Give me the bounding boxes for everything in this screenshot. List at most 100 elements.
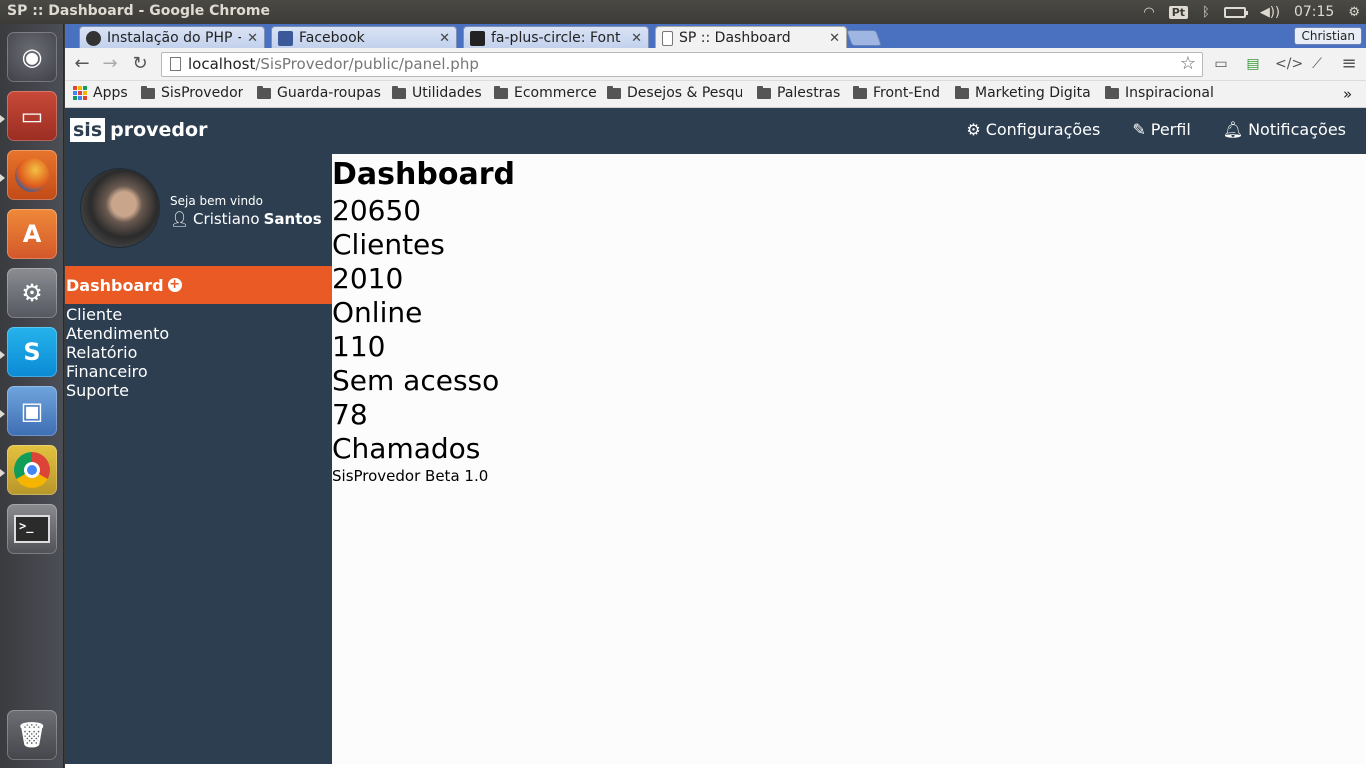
running-indicator [0, 469, 5, 477]
folder-icon [955, 85, 969, 99]
welcome-text: Seja bem vindo [170, 194, 264, 208]
bookmark-folder[interactable]: Ecommerce [494, 85, 597, 101]
firefox-icon[interactable] [7, 150, 57, 200]
stat-sem-acesso-label: Sem acesso [332, 364, 500, 397]
close-icon[interactable]: ✕ [829, 31, 840, 46]
folder-icon [1105, 85, 1119, 99]
virtualbox-icon[interactable]: ▣ [7, 386, 57, 436]
bell-icon: 🔔︎ [1222, 120, 1244, 139]
menu-item-atendimento[interactable]: Atendimento [66, 324, 169, 343]
chrome-icon[interactable] [7, 445, 57, 495]
profile-button[interactable]: Christian [1294, 27, 1362, 45]
files-icon[interactable]: ▭ [7, 91, 57, 141]
close-icon[interactable]: ✕ [439, 31, 450, 46]
close-icon[interactable]: ✕ [631, 31, 642, 46]
menu-item-cliente[interactable]: Cliente [66, 305, 169, 324]
nav-configuracoes[interactable]: ⚙ Configurações [966, 120, 1100, 139]
folder-icon [257, 85, 271, 99]
software-center-icon[interactable]: A [7, 209, 57, 259]
keyboard-layout-indicator[interactable]: Pt [1168, 5, 1189, 19]
tab-strip: Instalação do PHP + ✕ Facebook ✕ fa-plus… [65, 24, 1366, 48]
user-profile: Seja bem vindo 👤︎ Cristiano Santos [80, 168, 322, 248]
bookmarks-overflow-button[interactable]: » [1343, 85, 1352, 103]
screen-capture-icon[interactable]: ▭ [1211, 54, 1231, 74]
menu-icon[interactable]: ≡ [1339, 54, 1359, 74]
code-extension-icon[interactable]: </> [1275, 54, 1303, 74]
stat-online-value: 2010 [332, 262, 404, 295]
footer-version: SisProvedor Beta 1.0 [332, 467, 489, 485]
tab-php-install[interactable]: Instalação do PHP + ✕ [79, 26, 265, 48]
folder-icon [853, 85, 867, 99]
window-title: SP :: Dashboard - Google Chrome [7, 3, 270, 19]
facebook-icon [278, 30, 293, 46]
pencil-icon: ✎ [1132, 120, 1146, 139]
avatar[interactable] [80, 168, 160, 248]
menu-item-financeiro[interactable]: Financeiro [66, 362, 169, 381]
os-top-panel: SP :: Dashboard - Google Chrome ◠ Pt ᛒ ◀… [0, 0, 1366, 24]
skype-icon[interactable]: S [7, 327, 57, 377]
running-indicator [0, 410, 5, 418]
tools-extension-icon[interactable]: ⟋ [1307, 54, 1327, 74]
menu-item-suporte[interactable]: Suporte [66, 381, 169, 400]
browser-toolbar: ← → ↻ localhost/SisProvedor/public/panel… [65, 48, 1366, 81]
menu-item-relatorio[interactable]: Relatório [66, 343, 169, 362]
site-header: sis provedor ⚙ Configurações ✎ Perfil 🔔︎ No… [65, 108, 1366, 154]
page-title: Dashboard [332, 157, 515, 192]
menu-item-dashboard[interactable]: Dashboard + [65, 266, 332, 304]
stat-sem-acesso-value: 110 [332, 330, 386, 363]
linux-icon [86, 30, 101, 46]
apps-icon [73, 86, 87, 100]
bookmark-folder[interactable]: Marketing Digita [955, 85, 1091, 101]
bookmark-apps[interactable]: Apps [73, 85, 128, 101]
clock[interactable]: 07:15 [1294, 4, 1334, 20]
gear-icon[interactable]: ⚙ [1348, 5, 1360, 20]
running-indicator [0, 115, 5, 123]
close-icon[interactable]: ✕ [247, 31, 258, 46]
stat-clientes-value: 20650 [332, 194, 422, 227]
bookmark-folder[interactable]: Utilidades [392, 85, 482, 101]
new-tab-button[interactable] [846, 30, 882, 46]
bookmark-folder[interactable]: Palestras [757, 85, 840, 101]
folder-icon [494, 85, 508, 99]
folder-icon [607, 85, 621, 99]
bookmarks-bar: Apps SisProvedor Guarda-roupas Utilidade… [65, 81, 1366, 108]
trash-icon[interactable]: 🗑 [7, 710, 57, 760]
bookmark-star-icon[interactable]: ☆ [1180, 53, 1196, 74]
running-indicator [0, 174, 5, 182]
tab-dashboard[interactable]: SP :: Dashboard ✕ [655, 26, 847, 48]
running-indicator [0, 351, 5, 359]
user-icon: 👤︎ [170, 210, 190, 228]
ubuntu-dash-icon[interactable]: ◉ [7, 32, 57, 82]
stat-online-label: Online [332, 296, 423, 329]
site-logo[interactable]: sis provedor [70, 118, 207, 142]
bluetooth-icon[interactable]: ᛒ [1202, 5, 1210, 20]
wifi-icon[interactable]: ◠ [1143, 5, 1154, 20]
sidebar: Seja bem vindo 👤︎ Cristiano Santos Dashb… [65, 154, 332, 764]
reload-button[interactable]: ↻ [129, 53, 151, 75]
tab-facebook[interactable]: Facebook ✕ [271, 26, 457, 48]
sheets-extension-icon[interactable]: ▤ [1243, 54, 1263, 74]
folder-icon [141, 85, 155, 99]
tab-font-awesome[interactable]: fa-plus-circle: Font A ✕ [463, 26, 649, 48]
flag-icon [470, 30, 485, 46]
address-bar[interactable]: localhost/SisProvedor/public/panel.php ☆ [161, 52, 1203, 77]
bookmark-folder[interactable]: Inspiracional [1105, 85, 1214, 101]
web-page: sis provedor ⚙ Configurações ✎ Perfil 🔔︎ No… [65, 108, 1366, 764]
system-settings-icon[interactable]: ⚙ [7, 268, 57, 318]
bookmark-folder[interactable]: Guarda-roupas [257, 85, 381, 101]
battery-icon[interactable] [1223, 6, 1248, 18]
page-icon [170, 57, 181, 71]
main-content: Dashboard 20650 Clientes 2010 Online 110… [332, 154, 1366, 486]
volume-icon[interactable]: ◀)) [1260, 5, 1280, 20]
page-icon [662, 30, 673, 46]
stat-chamados-value: 78 [332, 398, 368, 431]
bookmark-folder[interactable]: Desejos & Pesqu [607, 85, 742, 101]
bookmark-folder[interactable]: Front-End [853, 85, 940, 101]
forward-button[interactable]: → [99, 53, 121, 75]
nav-notificacoes[interactable]: 🔔︎ Notificações [1223, 120, 1346, 139]
bookmark-folder[interactable]: SisProvedor [141, 85, 243, 101]
user-name: 👤︎ Cristiano Santos [170, 210, 322, 228]
back-button[interactable]: ← [71, 53, 93, 75]
terminal-icon[interactable]: >_ [7, 504, 57, 554]
nav-perfil[interactable]: ✎ Perfil [1132, 120, 1190, 139]
